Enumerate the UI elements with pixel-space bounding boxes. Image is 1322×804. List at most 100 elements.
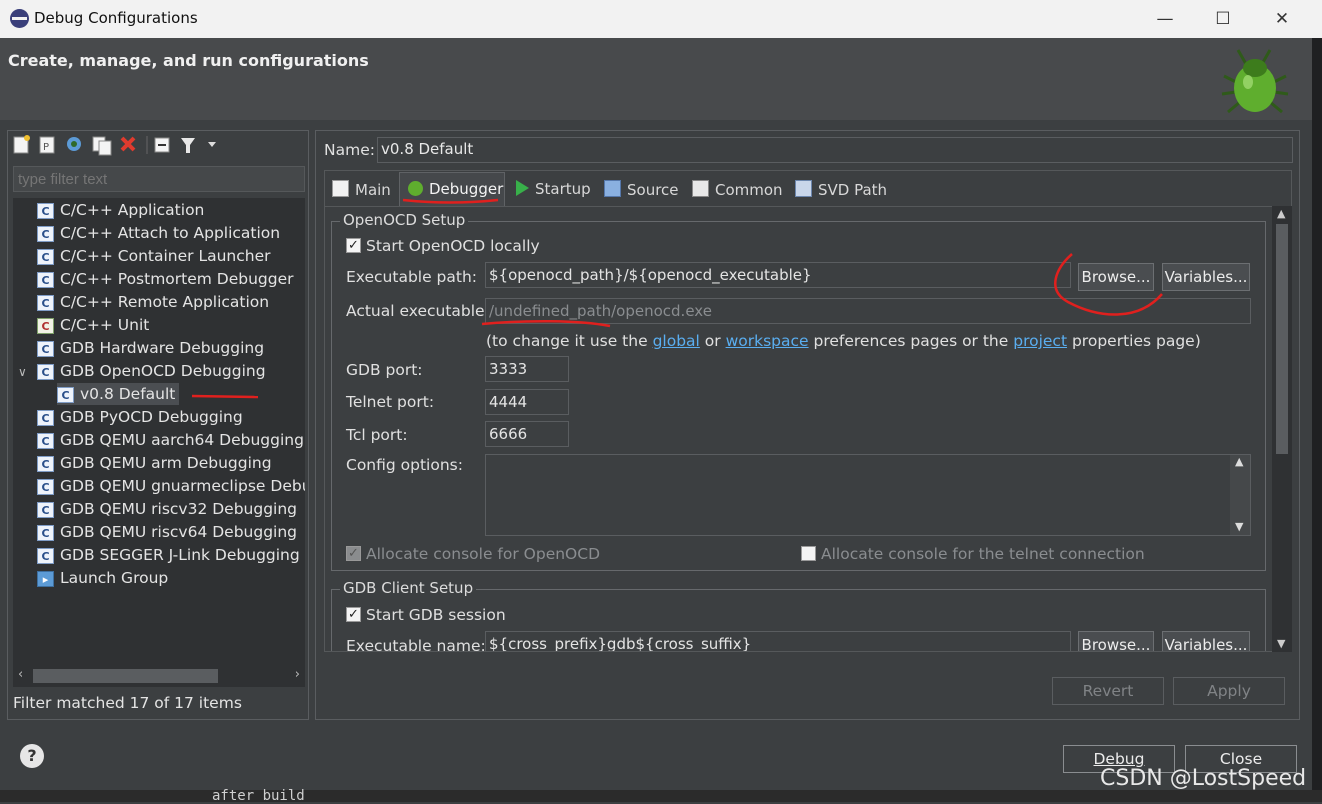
project-link[interactable]: project: [1013, 332, 1067, 350]
tree-item-cpp-application[interactable]: C C/C++ Application: [37, 199, 204, 221]
tree-item-cpp-container[interactable]: C C/C++ Container Launcher: [37, 245, 270, 267]
tree-item-cpp-postmortem[interactable]: C C/C++ Postmortem Debugger: [37, 268, 294, 290]
title-bar: Debug Configurations — ☐ ✕: [0, 0, 1322, 38]
content-vertical-scrollbar[interactable]: ▲ ▼: [1272, 206, 1292, 652]
c-config-icon: C: [37, 225, 54, 242]
c-config-icon: C: [37, 363, 54, 380]
c-config-icon: C: [37, 409, 54, 426]
tab-main[interactable]: Main: [332, 180, 391, 199]
tab-svd-path[interactable]: SVD Path: [795, 180, 887, 199]
tree-horizontal-scrollbar[interactable]: ‹ ›: [13, 665, 305, 687]
new-config-icon[interactable]: [13, 135, 30, 154]
start-gdb-label: Start GDB session: [366, 606, 506, 624]
tree-item-cpp-attach[interactable]: C C/C++ Attach to Application: [37, 222, 280, 244]
main-tab-icon: [332, 180, 349, 197]
gdb-exec-label: Executable name:: [346, 637, 486, 652]
minimize-button[interactable]: —: [1145, 6, 1185, 32]
tab-startup[interactable]: Startup: [516, 180, 591, 198]
name-label: Name:: [324, 141, 375, 159]
alloc-console-checkbox[interactable]: ✓: [346, 546, 361, 561]
tree-item-gdb-qemu-arm[interactable]: C GDB QEMU arm Debugging: [37, 452, 272, 474]
chevron-down-icon[interactable]: ∨: [18, 361, 33, 383]
config-options-textarea[interactable]: ▲ ▼: [485, 454, 1251, 536]
revert-button[interactable]: Revert: [1052, 677, 1164, 705]
help-icon[interactable]: ?: [20, 744, 44, 768]
scroll-left-icon[interactable]: ‹: [18, 667, 23, 682]
tree-item-launch-group[interactable]: ▸ Launch Group: [37, 567, 168, 589]
tcl-port-label: Tcl port:: [346, 426, 408, 444]
c-config-icon: C: [37, 524, 54, 541]
start-gdb-checkbox[interactable]: ✓: [346, 607, 361, 622]
c-config-icon: C: [37, 340, 54, 357]
c-config-icon: C: [57, 386, 74, 403]
eclipse-icon: [10, 9, 29, 28]
exec-path-label: Executable path:: [346, 268, 478, 286]
start-openocd-checkbox[interactable]: ✓: [346, 238, 361, 253]
textarea-scrollbar[interactable]: ▲ ▼: [1230, 455, 1250, 535]
gdb-variables-button[interactable]: Variables...: [1162, 631, 1250, 651]
alloc-telnet-checkbox[interactable]: [801, 546, 816, 561]
svg-text:P: P: [43, 142, 49, 153]
scrollbar-thumb[interactable]: [33, 669, 218, 683]
bug-icon: [1221, 49, 1289, 114]
tree-item-gdb-qemu-riscv64[interactable]: C GDB QEMU riscv64 Debugging: [37, 521, 297, 543]
close-window-button[interactable]: ✕: [1262, 6, 1302, 32]
bug-icon: [408, 181, 423, 196]
delete-icon[interactable]: [120, 136, 136, 152]
telnet-port-label: Telnet port:: [346, 393, 435, 411]
c-config-icon: C: [37, 202, 54, 219]
tree-item-gdb-qemu-aarch64[interactable]: C GDB QEMU aarch64 Debugging: [37, 429, 304, 451]
window-title: Debug Configurations: [34, 9, 198, 27]
chevron-down-icon[interactable]: ▼: [1235, 520, 1243, 533]
new-prototype-icon[interactable]: P: [39, 136, 55, 154]
tree-item-gdb-pyocd[interactable]: C GDB PyOCD Debugging: [37, 406, 243, 428]
tree-item-gdb-openocd[interactable]: ∨ C GDB OpenOCD Debugging: [18, 360, 266, 382]
chevron-up-icon[interactable]: ▲: [1235, 455, 1243, 468]
annotation-underline: [191, 394, 259, 399]
scrollbar-thumb[interactable]: [1276, 224, 1288, 454]
scroll-right-icon[interactable]: ›: [295, 667, 300, 682]
tree-item-gdb-hardware[interactable]: C GDB Hardware Debugging: [37, 337, 264, 359]
tree-item-cpp-unit[interactable]: C C/C++ Unit: [37, 314, 149, 336]
alloc-console-label: Allocate console for OpenOCD: [366, 545, 601, 563]
name-field[interactable]: v0.8 Default: [377, 137, 1293, 163]
actual-exec-label: Actual executable:: [346, 302, 490, 320]
config-tree: C C/C++ Application C C/C++ Attach to Appl…: [13, 198, 305, 665]
gdb-exec-field[interactable]: ${cross_prefix}gdb${cross_suffix}: [485, 631, 1071, 651]
chevron-down-icon[interactable]: ▼: [1277, 637, 1285, 650]
annotation-underline: [402, 198, 499, 204]
gdb-port-field[interactable]: 3333: [485, 356, 569, 382]
maximize-button[interactable]: ☐: [1203, 6, 1243, 32]
gdb-browse-button[interactable]: Browse...: [1078, 631, 1154, 651]
tree-item-gdb-qemu-gnuarmeclipse[interactable]: CGDB QEMU gnuarmeclipse Debugging: [37, 475, 305, 497]
common-icon: [692, 180, 709, 197]
c-config-icon: C: [37, 248, 54, 265]
chevron-down-icon[interactable]: [208, 142, 216, 147]
apply-button[interactable]: Apply: [1173, 677, 1285, 705]
tcl-port-field[interactable]: 6666: [485, 421, 569, 447]
c-config-icon: C: [37, 271, 54, 288]
filter-icon[interactable]: [181, 138, 195, 153]
tree-item-cpp-remote[interactable]: C C/C++ Remote Application: [37, 291, 269, 313]
collapse-all-icon[interactable]: [154, 137, 170, 153]
header-title: Create, manage, and run configurations: [8, 51, 369, 70]
tab-common[interactable]: Common: [692, 180, 783, 199]
source-icon: [604, 180, 621, 197]
tree-item-gdb-segger-jlink[interactable]: C GDB SEGGER J-Link Debugging: [37, 544, 300, 566]
telnet-port-field[interactable]: 4444: [485, 389, 569, 415]
tab-source[interactable]: Source: [604, 180, 679, 199]
tree-item-gdb-qemu-riscv32[interactable]: C GDB QEMU riscv32 Debugging: [37, 498, 297, 520]
openocd-group-title: OpenOCD Setup: [340, 211, 469, 229]
watermark: CSDN @LostSpeed: [1100, 766, 1307, 791]
gdb-port-label: GDB port:: [346, 361, 423, 379]
alloc-telnet-label: Allocate console for the telnet connecti…: [821, 545, 1145, 563]
chevron-up-icon[interactable]: ▲: [1277, 207, 1285, 220]
c-config-icon: C: [37, 501, 54, 518]
tree-item-v08-default[interactable]: Cv0.8 Default: [57, 383, 180, 405]
duplicate-icon[interactable]: [92, 136, 112, 156]
export-icon[interactable]: [67, 137, 81, 151]
workspace-link[interactable]: workspace: [726, 332, 809, 350]
global-link[interactable]: global: [653, 332, 700, 350]
change-hint: (to change it use the global or workspac…: [486, 332, 1201, 350]
filter-input[interactable]: [13, 166, 305, 192]
